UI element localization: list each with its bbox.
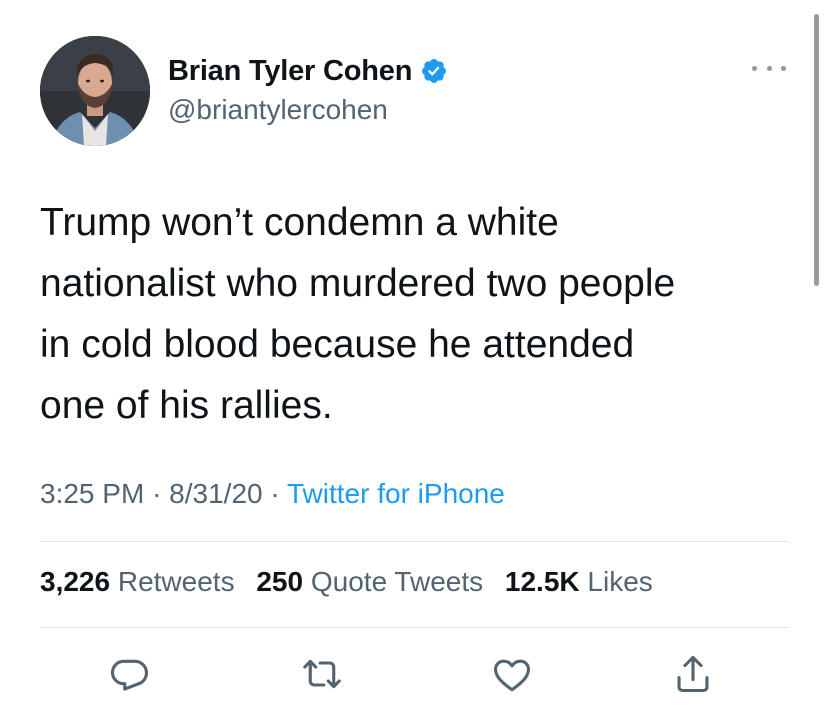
retweet-icon[interactable] [300, 652, 344, 696]
like-icon[interactable] [490, 652, 534, 696]
avatar[interactable] [40, 36, 150, 146]
divider [40, 541, 788, 542]
quote-tweets-count: 250 [256, 566, 304, 597]
author-display-name[interactable]: Brian Tyler Cohen [168, 55, 412, 88]
meta-separator: · [270, 478, 280, 509]
tweet-stats: 3,226 Retweets 250 Quote Tweets 12.5K Li… [40, 566, 667, 598]
quote-tweets-stat[interactable]: 250 Quote Tweets [256, 566, 483, 597]
more-dot [752, 65, 757, 71]
share-icon[interactable] [671, 652, 715, 696]
tweet-date[interactable]: 8/31/20 [169, 478, 262, 509]
quote-tweets-label: Quote Tweets [310, 566, 484, 597]
more-dot [766, 65, 772, 71]
verified-badge-icon [422, 59, 447, 83]
tweet-metadata: 3:25 PM · 8/31/20 · Twitter for iPhone [40, 478, 505, 510]
tweet-source-link[interactable]: Twitter for iPhone [287, 478, 505, 509]
author-name-row[interactable]: Brian Tyler Cohen [168, 54, 448, 88]
author-handle[interactable]: @briantylercohen [168, 94, 388, 126]
divider [40, 627, 788, 628]
scrollbar[interactable] [814, 14, 819, 286]
reply-icon[interactable] [109, 652, 153, 696]
retweets-stat[interactable]: 3,226 Retweets [40, 566, 235, 597]
tweet-time[interactable]: 3:25 PM [40, 478, 144, 509]
tweet-actions-bar [0, 652, 828, 696]
more-options-icon[interactable] [752, 58, 786, 78]
likes-label: Likes [587, 566, 653, 597]
tweet-text: Trump won’t condemn a white nationalist … [40, 201, 676, 427]
retweets-label: Retweets [117, 566, 235, 597]
meta-separator: · [152, 478, 162, 509]
likes-count: 12.5K [504, 566, 580, 597]
likes-stat[interactable]: 12.5K Likes [505, 566, 653, 597]
retweets-count: 3,226 [40, 566, 111, 597]
more-dot [781, 65, 786, 71]
